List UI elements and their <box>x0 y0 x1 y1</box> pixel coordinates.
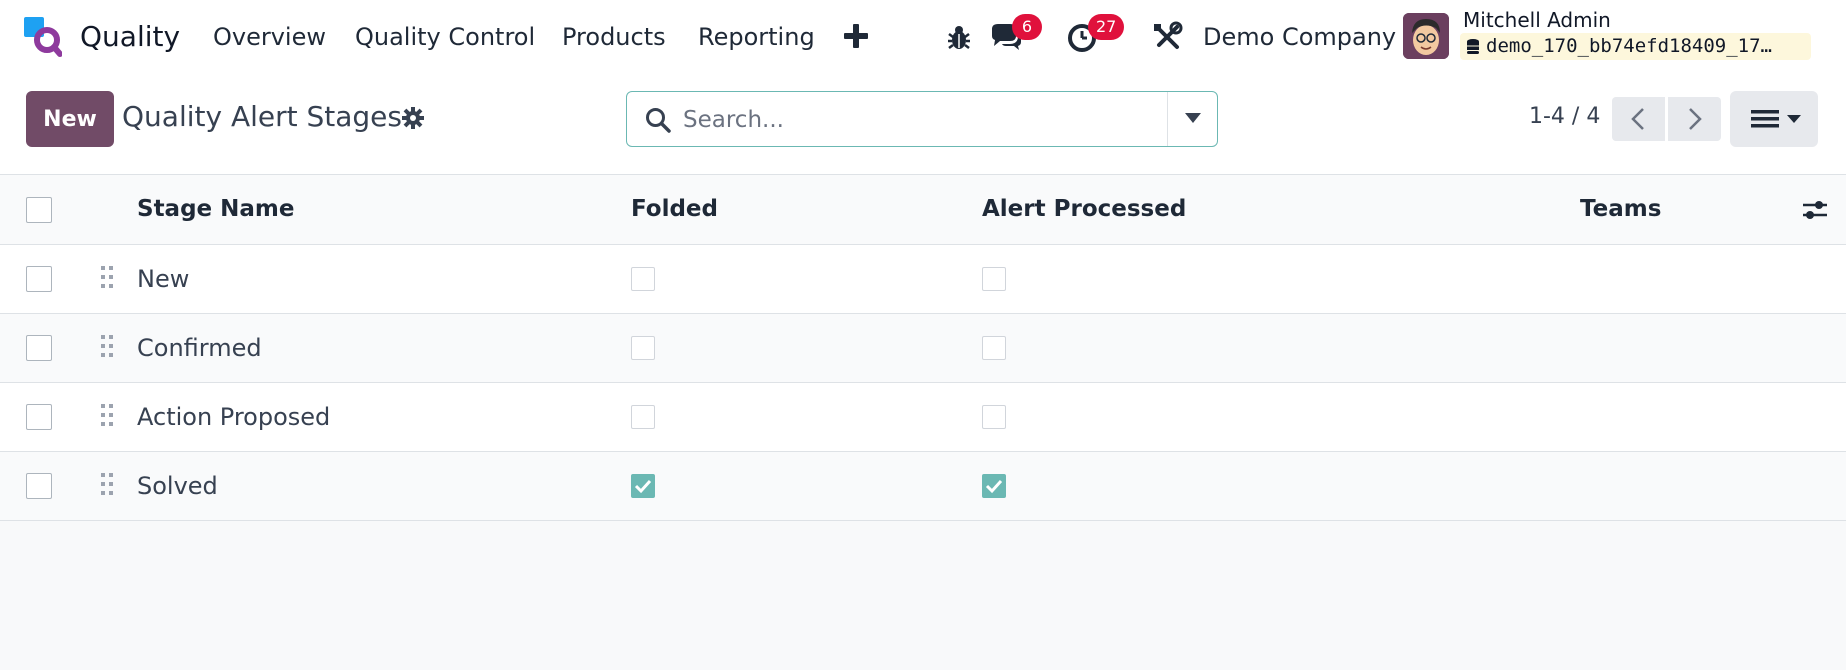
table-row[interactable]: New <box>0 245 1846 314</box>
drag-handle-icon[interactable] <box>100 265 114 291</box>
menu-reporting[interactable]: Reporting <box>698 18 815 56</box>
row-checkbox[interactable] <box>26 266 52 292</box>
caret-down-icon <box>1787 115 1801 123</box>
search-input[interactable] <box>683 102 1183 138</box>
check-icon <box>985 479 1003 494</box>
column-folded[interactable]: Folded <box>631 196 718 222</box>
page-title: Quality Alert Stages <box>122 100 402 133</box>
menu-products[interactable]: Products <box>562 18 666 56</box>
row-checkbox[interactable] <box>26 473 52 499</box>
stages-list: Stage Name Folded Alert Processed Teams … <box>0 175 1846 521</box>
app-name[interactable]: Quality <box>80 18 180 56</box>
drag-handle-icon[interactable] <box>100 334 114 360</box>
folded-checkbox <box>631 336 655 360</box>
database-name: demo_170_bb74efd18409_17… <box>1460 33 1811 60</box>
column-teams[interactable]: Teams <box>1580 196 1661 222</box>
stage-name-cell: Solved <box>137 472 218 500</box>
messages-badge: 6 <box>1012 14 1042 40</box>
control-panel: New Quality Alert Stages 1-4 / 4 <box>0 74 1846 175</box>
search-icon <box>646 108 671 133</box>
folded-checkbox <box>631 405 655 429</box>
drag-handle-icon[interactable] <box>100 472 114 498</box>
search-options-toggle[interactable] <box>1168 92 1218 146</box>
pager-next-button[interactable] <box>1668 97 1721 141</box>
chevron-left-icon <box>1631 108 1644 130</box>
folded-checkbox <box>631 474 655 498</box>
menu-quality-control[interactable]: Quality Control <box>355 18 535 56</box>
select-all-checkbox[interactable] <box>26 197 52 223</box>
top-navbar: Quality Overview Quality Control Product… <box>0 0 1846 74</box>
new-button[interactable]: New <box>26 91 114 147</box>
tools-icon[interactable] <box>1149 19 1185 55</box>
view-switcher-button[interactable] <box>1730 91 1818 147</box>
drag-handle-icon[interactable] <box>100 403 114 429</box>
table-header: Stage Name Folded Alert Processed Teams <box>0 175 1846 245</box>
search-bar <box>626 91 1218 147</box>
stage-name-cell: Confirmed <box>137 334 262 362</box>
table-row[interactable]: Confirmed <box>0 314 1846 383</box>
alert-processed-checkbox <box>982 474 1006 498</box>
bug-icon[interactable] <box>941 19 977 55</box>
stage-name-cell: New <box>137 265 190 293</box>
optional-columns-icon[interactable] <box>1802 197 1828 223</box>
database-icon <box>1467 39 1479 54</box>
folded-checkbox <box>631 267 655 291</box>
pager-value[interactable]: 1-4 / 4 <box>1529 104 1600 129</box>
user-name[interactable]: Mitchell Admin <box>1463 8 1611 32</box>
alert-processed-checkbox <box>982 405 1006 429</box>
column-stage-name[interactable]: Stage Name <box>137 196 295 222</box>
activities-badge: 27 <box>1088 14 1125 40</box>
alert-processed-checkbox <box>982 336 1006 360</box>
row-checkbox[interactable] <box>26 404 52 430</box>
check-icon <box>634 479 652 494</box>
column-alert-processed[interactable]: Alert Processed <box>982 196 1186 222</box>
stage-name-cell: Action Proposed <box>137 403 331 431</box>
list-view-icon <box>1751 110 1779 128</box>
database-label: demo_170_bb74efd18409_17… <box>1486 35 1772 57</box>
table-row[interactable]: Action Proposed <box>0 383 1846 452</box>
user-avatar[interactable] <box>1403 13 1449 59</box>
row-checkbox[interactable] <box>26 335 52 361</box>
pager-previous-button[interactable] <box>1612 97 1665 141</box>
quality-app-icon[interactable] <box>24 17 62 57</box>
avatar-image <box>1403 13 1449 59</box>
gear-icon[interactable] <box>401 106 425 130</box>
company-switcher[interactable]: Demo Company <box>1203 18 1396 56</box>
menu-overview[interactable]: Overview <box>213 18 326 56</box>
plus-icon[interactable] <box>843 23 869 49</box>
alert-processed-checkbox <box>982 267 1006 291</box>
caret-down-icon <box>1185 113 1201 123</box>
empty-area <box>0 521 1846 670</box>
chevron-right-icon <box>1689 108 1702 130</box>
table-row[interactable]: Solved <box>0 452 1846 521</box>
